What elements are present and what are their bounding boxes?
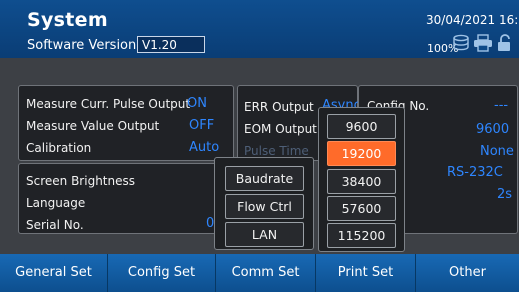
printer-icon xyxy=(473,34,493,56)
baud-option-19200[interactable]: 19200 xyxy=(327,141,396,166)
flow-ctrl-button[interactable]: Flow Ctrl xyxy=(225,194,304,219)
measure-value-output-value[interactable]: OFF xyxy=(189,118,214,133)
lock-icon xyxy=(496,34,514,56)
baud-option-9600[interactable]: 9600 xyxy=(327,114,396,139)
header-bar: System Software Version V1.20 30/04/2021… xyxy=(0,0,519,58)
software-version-value: V1.20 xyxy=(137,36,205,53)
comm-submenu: Baudrate Flow Ctrl LAN xyxy=(214,157,314,250)
pulse-output-label: Measure Curr. Pulse Output xyxy=(26,97,191,111)
page-title: System xyxy=(27,9,108,31)
tab-general-set[interactable]: General Set xyxy=(0,254,108,292)
datetime: 30/04/2021 16:17 xyxy=(426,13,519,27)
measure-value-output-label: Measure Value Output xyxy=(26,119,160,133)
eom-output-label: EOM Output xyxy=(244,122,317,136)
software-version-label: Software Version xyxy=(27,38,137,53)
config-no-value: --- xyxy=(494,98,509,113)
flow-ctrl-value[interactable]: None xyxy=(480,144,514,159)
status-icons xyxy=(452,34,514,56)
serial-no-label: Serial No. xyxy=(26,218,84,232)
baudrate-options-popup: 9600 19200 38400 57600 115200 xyxy=(318,107,405,252)
baud-option-38400[interactable]: 38400 xyxy=(327,169,396,194)
output-settings-panel: Measure Curr. Pulse Output ON Measure Va… xyxy=(18,85,234,161)
err-output-label: ERR Output xyxy=(244,100,314,114)
baudrate-button[interactable]: Baudrate xyxy=(225,166,304,191)
baud-option-57600[interactable]: 57600 xyxy=(327,196,396,221)
storage-icon xyxy=(452,34,470,56)
tab-other[interactable]: Other xyxy=(416,254,519,292)
interface-value[interactable]: RS-232C xyxy=(447,165,503,180)
baudrate-value[interactable]: 9600 xyxy=(476,122,509,137)
language-label: Language xyxy=(26,196,86,210)
pulse-output-value[interactable]: ON xyxy=(187,96,207,111)
tab-config-set[interactable]: Config Set xyxy=(108,254,216,292)
pulse-time-label: Pulse Time xyxy=(244,144,309,158)
calibration-label: Calibration xyxy=(26,141,92,155)
general-settings-panel: Screen Brightness Language Serial No. 0 xyxy=(18,163,233,234)
tab-bar: General Set Config Set Comm Set Print Se… xyxy=(0,254,519,292)
screen: System Software Version V1.20 30/04/2021… xyxy=(0,0,519,292)
tab-print-set[interactable]: Print Set xyxy=(316,254,416,292)
interval-value[interactable]: 2s xyxy=(497,187,512,202)
tab-comm-set[interactable]: Comm Set xyxy=(216,254,316,292)
lan-button[interactable]: LAN xyxy=(225,222,304,247)
calibration-value[interactable]: Auto xyxy=(189,140,219,155)
screen-brightness-label: Screen Brightness xyxy=(26,174,135,188)
baud-option-115200[interactable]: 115200 xyxy=(327,223,396,248)
